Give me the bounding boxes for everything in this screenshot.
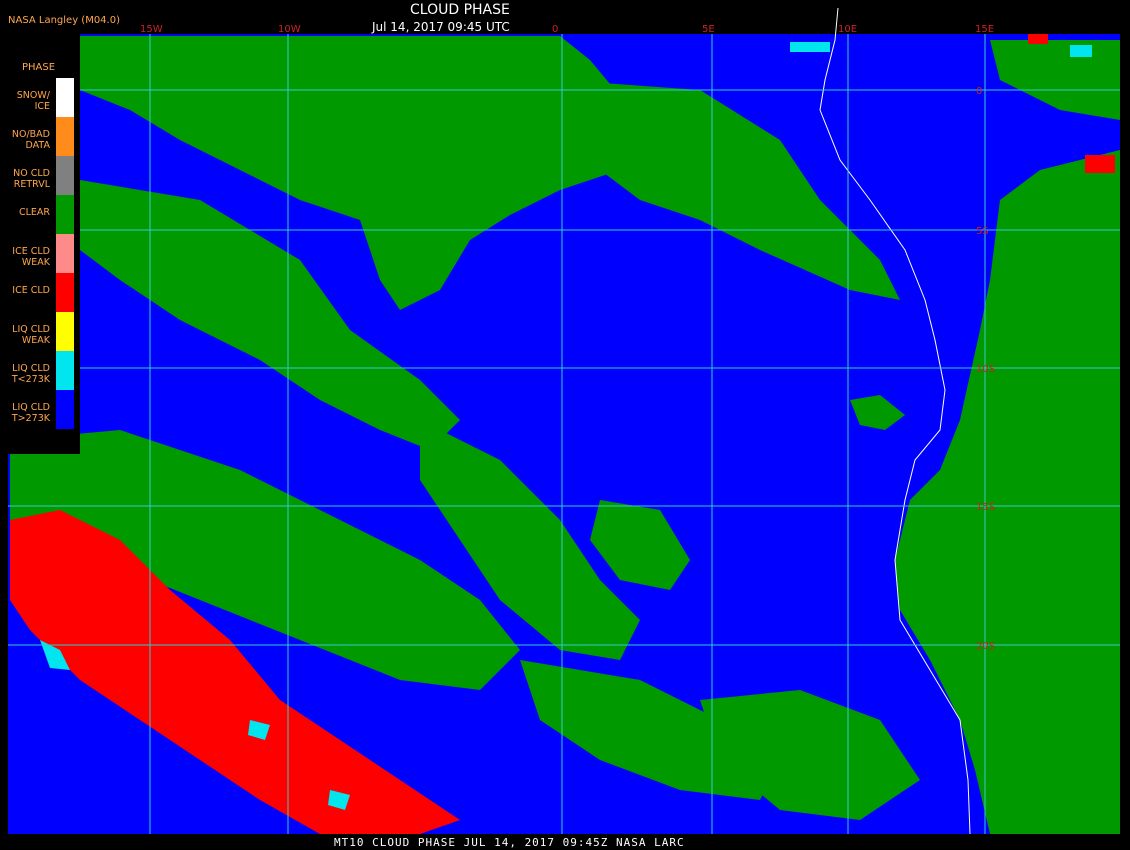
legend-swatch — [56, 312, 74, 351]
legend-swatch — [56, 78, 74, 117]
latitude-label: 0 — [976, 86, 982, 97]
legend-swatch — [56, 156, 74, 195]
legend-label: CLEAR — [18, 207, 50, 218]
legend-label: ICE CLD — [12, 285, 50, 296]
legend-label: NO/BAD DATA — [11, 129, 50, 151]
page-title: CLOUD PHASE — [410, 2, 510, 18]
latitude-label: 20S — [976, 641, 995, 652]
legend-label: ICE CLD WEAK — [12, 246, 50, 268]
longitude-label: 10E — [838, 24, 857, 35]
longitude-label: 15E — [975, 24, 994, 35]
legend-label: NO CLD RETRVL — [13, 168, 50, 190]
legend-label: SNOW/ ICE — [16, 90, 50, 112]
datetime-label: Jul 14, 2017 09:45 UTC — [372, 20, 510, 34]
footer-caption: MT10 CLOUD PHASE JUL 14, 2017 09:45Z NAS… — [334, 836, 685, 849]
legend-label: LIQ CLD T<273K — [11, 363, 50, 385]
latitude-label: 15S — [976, 502, 995, 513]
legend-title: PHASE — [22, 62, 56, 73]
legend-swatch — [56, 390, 74, 429]
source-label: NASA Langley (M04.0) — [8, 15, 120, 26]
latitude-label: 10S — [976, 364, 995, 375]
longitude-label: 5E — [702, 24, 715, 35]
longitude-label: 15W — [140, 24, 163, 35]
legend-label: LIQ CLD WEAK — [12, 324, 50, 346]
legend-swatch — [56, 351, 74, 390]
legend-swatch — [56, 117, 74, 156]
legend-swatch — [56, 195, 74, 234]
longitude-label: 10W — [278, 24, 301, 35]
legend-swatch — [56, 273, 74, 312]
legend-swatch — [56, 234, 74, 273]
latitude-label: 5S — [976, 226, 989, 237]
longitude-label: 0 — [552, 24, 558, 35]
legend-label: LIQ CLD T>273K — [11, 402, 50, 424]
cloud-phase-map: 15W 10W 0 5E 10E 15E 0 5S 10S 15S 20S — [0, 0, 1130, 850]
